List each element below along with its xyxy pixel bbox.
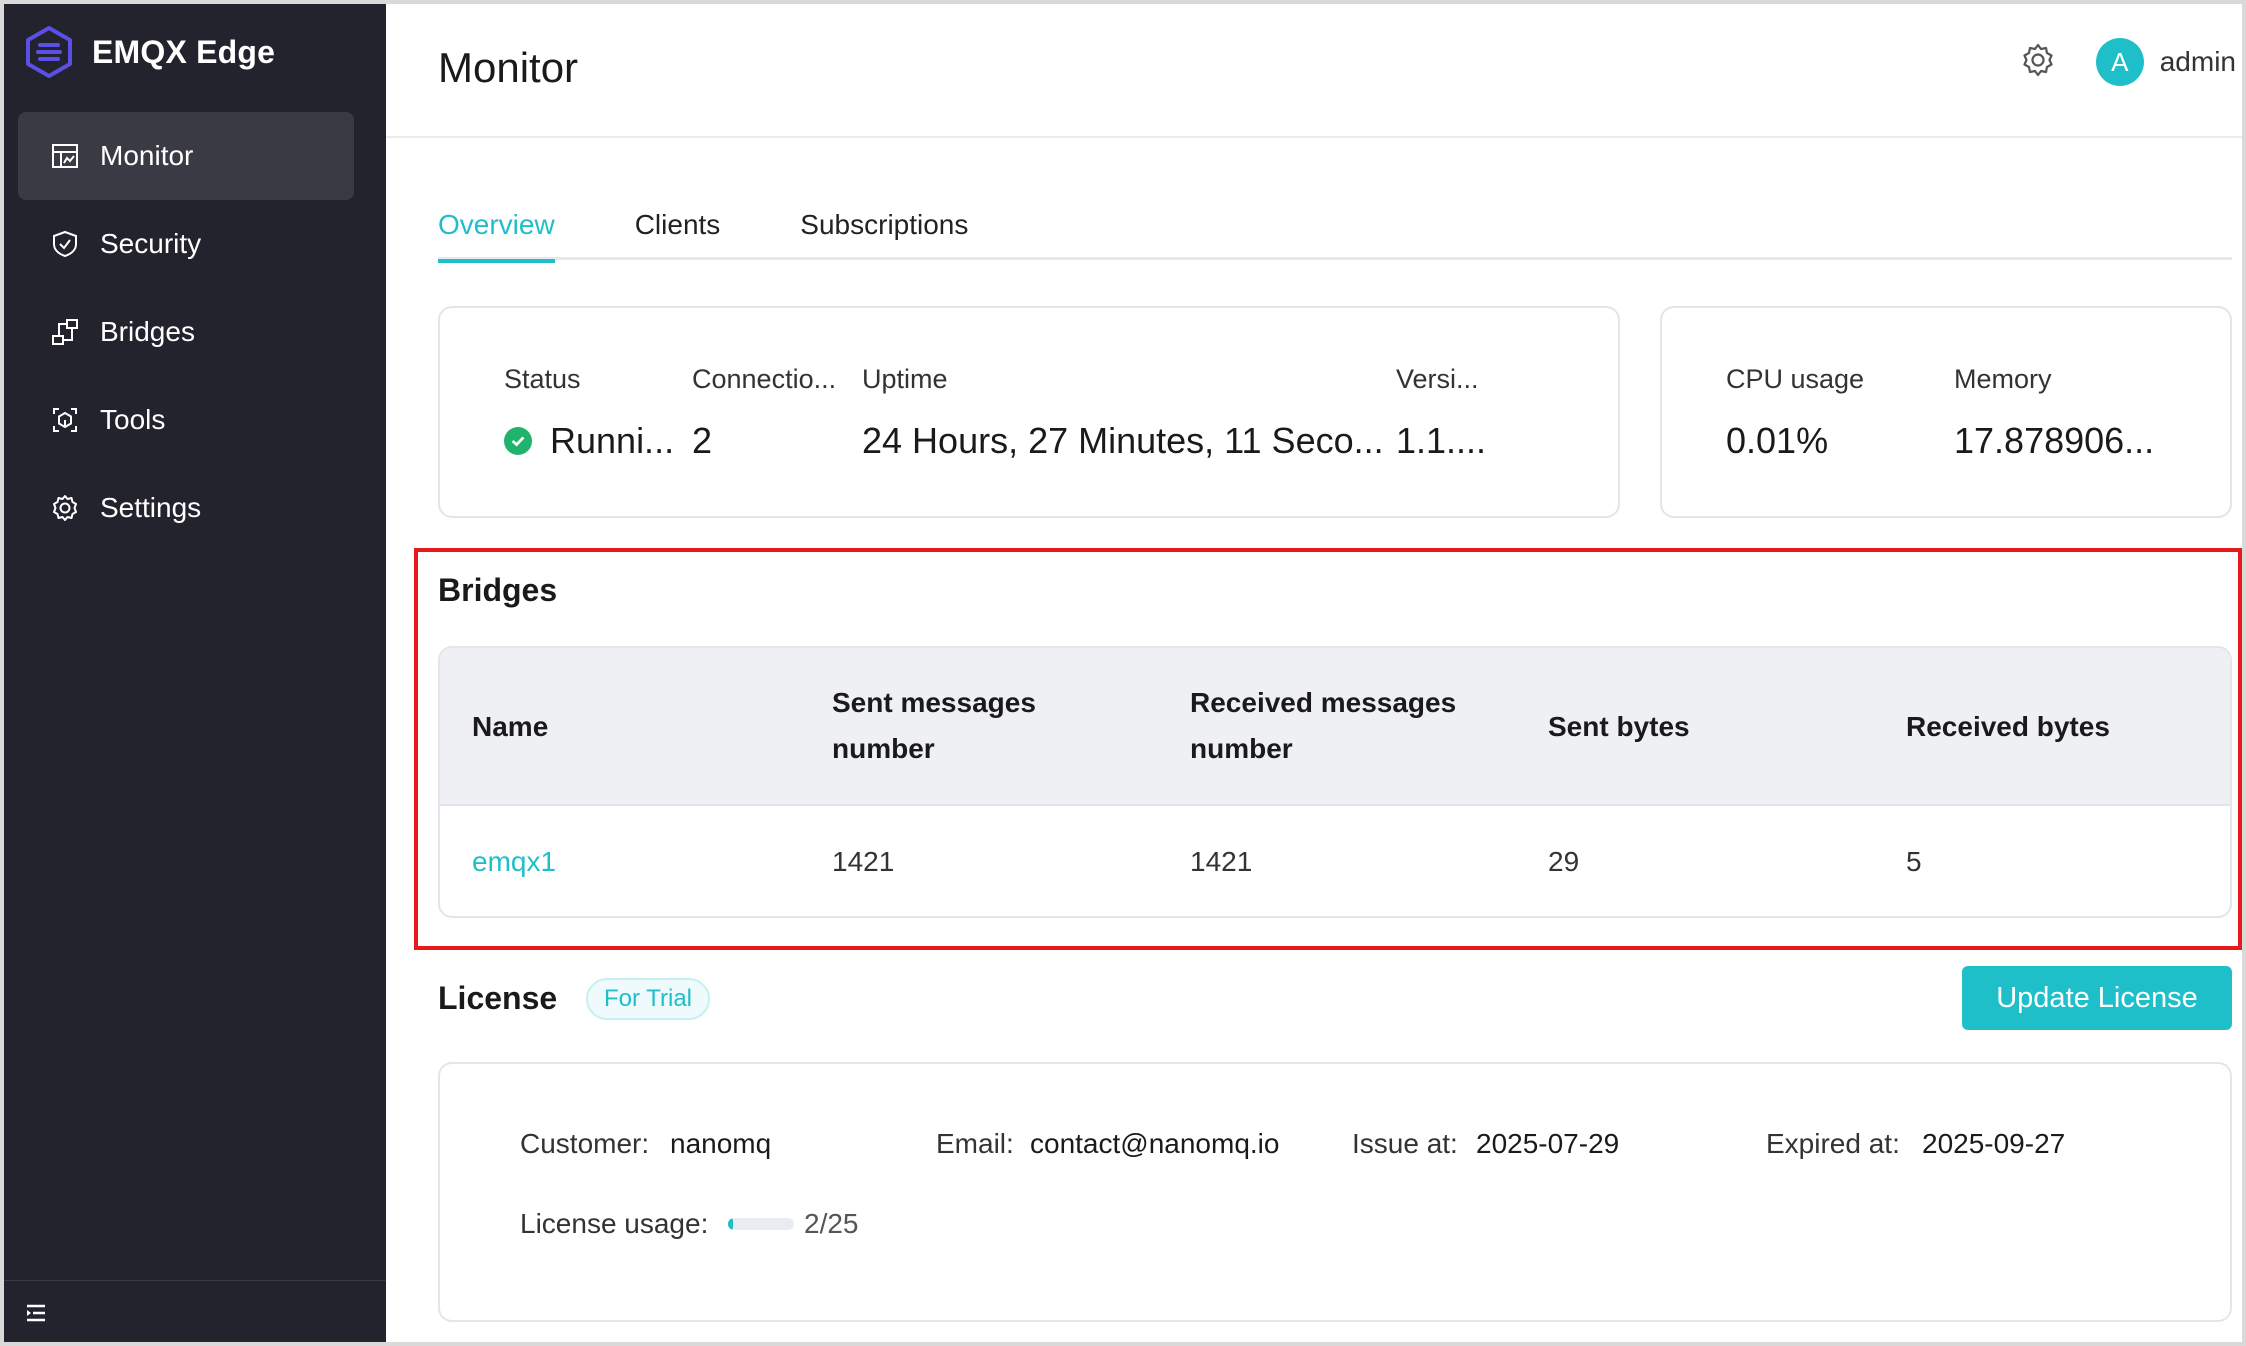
table-row: emqx1 1421 1421 29 5 bbox=[440, 806, 2230, 916]
license-card: Customer: nanomq Email: contact@nanomq.i… bbox=[438, 1062, 2232, 1322]
update-license-button[interactable]: Update License bbox=[1962, 966, 2232, 1030]
column-received-bytes: Received bytes bbox=[1906, 711, 2110, 742]
app-window: EMQX Edge Monitor Security Bridges Tools… bbox=[0, 0, 2246, 1346]
status-value: Runni... bbox=[504, 420, 674, 462]
sidebar-item-settings[interactable]: Settings bbox=[18, 464, 354, 552]
brand-name: EMQX Edge bbox=[92, 33, 276, 70]
customer-value: nanomq bbox=[670, 1128, 772, 1159]
usage-value: 2/25 bbox=[804, 1208, 859, 1239]
received-bytes-cell: 5 bbox=[1906, 846, 1922, 877]
table-header: Name Sent messages number Received messa… bbox=[440, 648, 2230, 806]
column-received-messages: Received messages number bbox=[1190, 687, 1457, 764]
sidebar-item-label: Settings bbox=[100, 492, 202, 523]
sidebar-item-monitor[interactable]: Monitor bbox=[18, 112, 354, 200]
emqx-logo-icon bbox=[26, 26, 72, 78]
bridges-table: Name Sent messages number Received messa… bbox=[438, 646, 2232, 918]
issue-label: Issue at: bbox=[1352, 1128, 1458, 1159]
avatar[interactable]: A bbox=[2095, 38, 2144, 86]
issue-value: 2025-07-29 bbox=[1476, 1128, 1620, 1159]
sidebar-item-tools[interactable]: Tools bbox=[18, 376, 354, 464]
license-usage-bar bbox=[728, 1218, 794, 1230]
email-value: contact@nanomq.io bbox=[1030, 1128, 1280, 1159]
uptime-label: Uptime bbox=[862, 364, 948, 394]
resource-card: CPU usage 0.01% Memory 17.878906... bbox=[1660, 306, 2232, 518]
sidebar-item-label: Tools bbox=[100, 404, 166, 435]
usage-label: License usage: bbox=[520, 1208, 709, 1239]
cpu-label: CPU usage bbox=[1726, 364, 1865, 394]
settings-gear-icon[interactable] bbox=[2020, 42, 2056, 83]
memory-value: 17.878906... bbox=[1954, 420, 2155, 461]
overview-card: Status Runni... Connectio... 2 Uptime 24… bbox=[438, 306, 1620, 518]
bridge-name-link[interactable]: emqx1 bbox=[472, 846, 556, 878]
connections-label: Connectio... bbox=[692, 364, 837, 394]
sent-bytes-cell: 29 bbox=[1548, 846, 1580, 877]
column-sent-messages: Sent messages number bbox=[832, 687, 1036, 764]
license-title: License bbox=[438, 980, 558, 1016]
uptime-value: 24 Hours, 27 Minutes, 11 Seco... bbox=[862, 420, 1384, 461]
dashboard-icon bbox=[50, 141, 80, 171]
email-label: Email: bbox=[936, 1128, 1014, 1159]
sidebar-item-label: Bridges bbox=[100, 316, 195, 347]
tools-icon bbox=[50, 405, 80, 435]
sidebar: EMQX Edge Monitor Security Bridges Tools… bbox=[4, 4, 386, 1342]
sidebar-nav: Monitor Security Bridges Tools Settings bbox=[18, 112, 354, 552]
trial-badge: For Trial bbox=[586, 978, 711, 1020]
version-value: 1.1.... bbox=[1396, 420, 1487, 461]
collapse-menu-icon[interactable] bbox=[24, 1301, 48, 1330]
status-text: Runni... bbox=[550, 420, 675, 461]
sidebar-item-security[interactable]: Security bbox=[18, 200, 354, 288]
username[interactable]: admin bbox=[2160, 46, 2236, 78]
brand[interactable]: EMQX Edge bbox=[22, 22, 275, 82]
tabs: Overview Clients Subscriptions bbox=[438, 200, 2232, 263]
sidebar-item-bridges[interactable]: Bridges bbox=[18, 288, 354, 376]
header-actions: A admin bbox=[2020, 38, 2236, 86]
status-label: Status bbox=[504, 364, 581, 394]
sidebar-footer bbox=[4, 1280, 386, 1342]
tab-overview[interactable]: Overview bbox=[438, 200, 555, 263]
connections-value: 2 bbox=[692, 420, 713, 461]
expired-label: Expired at: bbox=[1766, 1128, 1900, 1159]
page-title: Monitor bbox=[438, 44, 579, 91]
received-messages-cell: 1421 bbox=[1190, 846, 1253, 877]
expired-value: 2025-09-27 bbox=[1922, 1128, 2066, 1159]
sidebar-item-label: Security bbox=[100, 228, 202, 259]
check-circle-icon bbox=[504, 427, 532, 455]
customer-label: Customer: bbox=[520, 1128, 650, 1159]
memory-label: Memory bbox=[1954, 364, 2052, 394]
gear-icon bbox=[50, 493, 80, 523]
column-sent-bytes: Sent bytes bbox=[1548, 711, 1690, 742]
tab-clients[interactable]: Clients bbox=[635, 200, 721, 260]
tab-subscriptions[interactable]: Subscriptions bbox=[800, 200, 968, 260]
version-label: Versi... bbox=[1396, 364, 1479, 394]
license-usage-fill bbox=[728, 1218, 734, 1230]
sent-messages-cell: 1421 bbox=[832, 846, 895, 877]
sidebar-item-label: Monitor bbox=[100, 140, 194, 171]
shield-check-icon bbox=[50, 229, 80, 259]
bridges-title: Bridges bbox=[438, 572, 558, 608]
cpu-value: 0.01% bbox=[1726, 420, 1829, 461]
bridge-icon bbox=[50, 317, 80, 347]
header: Monitor A admin bbox=[386, 4, 2242, 138]
column-name: Name bbox=[472, 711, 549, 742]
